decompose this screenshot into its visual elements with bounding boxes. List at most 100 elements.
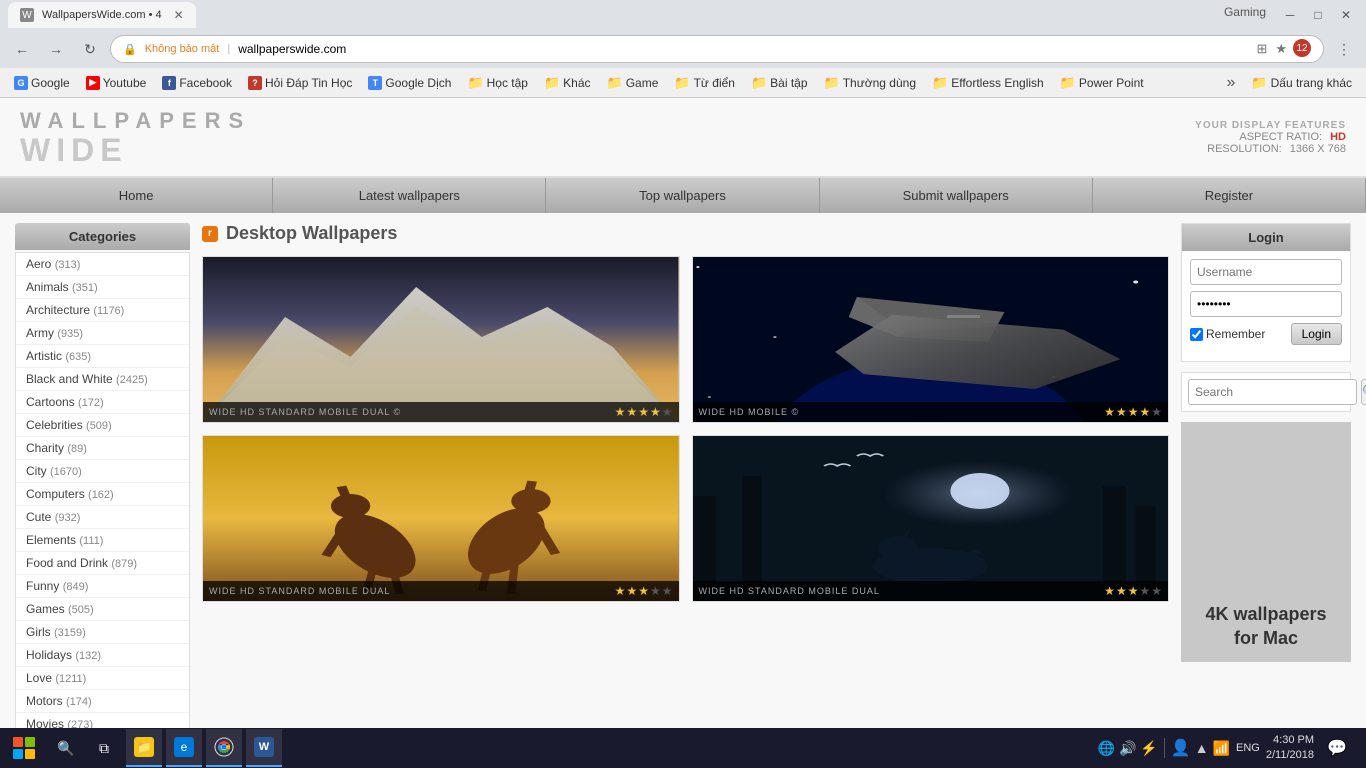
taskbar-app-word[interactable]: W [246, 729, 282, 767]
translate-icon[interactable]: ⊞ [1254, 39, 1269, 59]
bookmark-hoctap[interactable]: 📁 Học tập [461, 73, 534, 93]
wallpaper-horses-tags: WIDE HD STANDARD MOBILE DUAL [209, 586, 390, 596]
cat-food[interactable]: Food and Drink (879) [16, 552, 189, 575]
network-icon[interactable]: 🌐 [1098, 740, 1115, 757]
bookmark-dautrangkhac-label: Dấu trang khác [1271, 76, 1352, 90]
nav-submit[interactable]: Submit wallpapers [820, 178, 1093, 213]
cat-artistic[interactable]: Artistic (635) [16, 345, 189, 368]
folder-icon-8: 📁 [1060, 75, 1076, 91]
language-label[interactable]: ENG [1236, 742, 1260, 754]
cat-celebrities[interactable]: Celebrities (509) [16, 414, 189, 437]
bookmark-thuongdung[interactable]: 📁 Thường dùng [818, 73, 922, 93]
cat-city[interactable]: City (1670) [16, 460, 189, 483]
cat-architecture[interactable]: Architecture (1176) [16, 299, 189, 322]
cat-elements[interactable]: Elements (111) [16, 529, 189, 552]
bookmark-game[interactable]: 📁 Game [601, 73, 665, 93]
bookmark-star-icon[interactable]: ★ [1273, 39, 1289, 59]
bookmark-hoidap-label: Hỏi Đáp Tin Học [265, 76, 352, 90]
cat-cute[interactable]: Cute (932) [16, 506, 189, 529]
extensions-button[interactable]: ⋮ [1330, 35, 1358, 63]
wallpaper-mountain-img [203, 257, 679, 422]
categories-title: Categories [15, 223, 190, 250]
bookmark-thuongdung-label: Thường dùng [843, 76, 916, 90]
bookmark-facebook[interactable]: f Facebook [156, 74, 238, 92]
cat-computers[interactable]: Computers (162) [16, 483, 189, 506]
forward-button[interactable]: → [42, 35, 70, 63]
battery-icon[interactable]: ⚡ [1140, 740, 1157, 757]
bookmark-facebook-label: Facebook [179, 76, 232, 90]
window-title: Gaming [1224, 5, 1266, 25]
taskbar-app-edge[interactable]: e [166, 729, 202, 767]
task-view-button[interactable]: ⧉ [86, 729, 122, 767]
cat-funny[interactable]: Funny (849) [16, 575, 189, 598]
resolution-value: 1366 X 768 [1290, 143, 1346, 155]
site-header: WALLPAPERS Wide YOUR DISPLAY FEATURES AS… [0, 98, 1366, 178]
up-arrow-icon[interactable]: ▲ [1195, 740, 1209, 756]
cat-charity[interactable]: Charity (89) [16, 437, 189, 460]
cat-motors[interactable]: Motors (174) [16, 690, 189, 713]
nav-top[interactable]: Top wallpapers [546, 178, 819, 213]
cat-girls[interactable]: Girls (3159) [16, 621, 189, 644]
cat-aero[interactable]: Aero (313) [16, 253, 189, 276]
username-input[interactable] [1190, 259, 1342, 285]
close-button[interactable]: ✕ [1334, 5, 1358, 25]
notification-button[interactable]: 💬 [1320, 729, 1354, 767]
nav-latest[interactable]: Latest wallpapers [273, 178, 546, 213]
cat-holidays[interactable]: Holidays (132) [16, 644, 189, 667]
nav-register[interactable]: Register [1093, 178, 1366, 213]
start-button[interactable] [4, 729, 44, 767]
search-taskbar-button[interactable]: 🔍 [48, 729, 84, 767]
cat-army[interactable]: Army (935) [16, 322, 189, 345]
tab-favicon: W [20, 8, 34, 22]
bookmark-googledich[interactable]: T Google Dịch [362, 74, 457, 92]
volume-icon[interactable]: 🔊 [1119, 740, 1136, 757]
wallpaper-horses[interactable]: WIDE HD STANDARD MOBILE DUAL ★★★★★ [202, 435, 680, 602]
profile-icon[interactable]: 12 [1293, 39, 1311, 57]
folder-icon: 📁 [467, 75, 483, 91]
wallpaper-forest[interactable]: WIDE HD STANDARD MOBILE DUAL ★★★★★ [692, 435, 1170, 602]
back-button[interactable]: ← [8, 35, 36, 63]
right-panel: Login Remember Login [1181, 223, 1351, 728]
bookmark-tudien[interactable]: 📁 Từ điển [668, 73, 741, 93]
people-icon[interactable]: 👤 [1171, 738, 1191, 758]
wallpaper-mountain-stars: ★★★★★ [615, 405, 673, 419]
wifi-icon[interactable]: 📶 [1213, 740, 1230, 757]
search-button[interactable]: 🔍 [1361, 379, 1366, 405]
bookmark-youtube[interactable]: ▶ Youtube [80, 74, 153, 92]
bookmark-powerpoint[interactable]: 📁 Power Point [1054, 73, 1150, 93]
maximize-button[interactable]: □ [1306, 5, 1330, 25]
cat-cartoons[interactable]: Cartoons (172) [16, 391, 189, 414]
bookmark-hoidap[interactable]: ? Hỏi Đáp Tin Học [242, 74, 358, 92]
bookmarks-more-button[interactable]: » [1221, 72, 1242, 94]
remember-checkbox[interactable] [1190, 328, 1203, 341]
clock[interactable]: 4:30 PM 2/11/2018 [1266, 733, 1314, 764]
wallpaper-horses-img [203, 436, 679, 601]
search-input[interactable] [1188, 379, 1357, 405]
cat-black-white[interactable]: Black and White (2425) [16, 368, 189, 391]
browser-tab[interactable]: W WallpapersWide.com • 4 ✕ [8, 2, 196, 28]
password-input[interactable] [1190, 291, 1342, 317]
wallpaper-space[interactable]: WIDE HD MOBILE © ★★★★★ [692, 256, 1170, 423]
cat-games[interactable]: Games (505) [16, 598, 189, 621]
taskbar-app-chrome[interactable] [206, 729, 242, 767]
cat-animals[interactable]: Animals (351) [16, 276, 189, 299]
cat-love[interactable]: Love (1211) [16, 667, 189, 690]
reload-button[interactable]: ↻ [76, 35, 104, 63]
aspect-label: ASPECT RATIO: [1239, 131, 1322, 143]
bookmark-khac[interactable]: 📁 Khác [538, 73, 597, 93]
nav-home[interactable]: Home [0, 178, 273, 213]
folder-icon-2: 📁 [544, 75, 560, 91]
bookmark-baitap[interactable]: 📁 Bài tập [745, 73, 814, 93]
bookmark-effortless[interactable]: 📁 Effortless English [926, 73, 1050, 93]
ad-box[interactable]: 4K wallpapersfor Mac [1181, 422, 1351, 662]
wallpaper-mountain[interactable]: WIDE HD STANDARD MOBILE DUAL © ★★★★★ [202, 256, 680, 423]
address-icons: ⊞ ★ 12 [1254, 39, 1311, 59]
login-button[interactable]: Login [1291, 323, 1342, 345]
taskbar-app-file-explorer[interactable]: 📁 [126, 729, 162, 767]
tab-close-button[interactable]: ✕ [174, 8, 184, 22]
bookmark-google[interactable]: G Google [8, 74, 76, 92]
bookmark-dautrangkhac[interactable]: 📁 Dấu trang khác [1245, 73, 1358, 93]
cat-movies[interactable]: Movies (273) [16, 713, 189, 728]
address-bar[interactable]: 🔒 Không bảo mật | wallpaperswide.com ⊞ ★… [110, 35, 1324, 63]
minimize-button[interactable]: ─ [1278, 5, 1302, 25]
